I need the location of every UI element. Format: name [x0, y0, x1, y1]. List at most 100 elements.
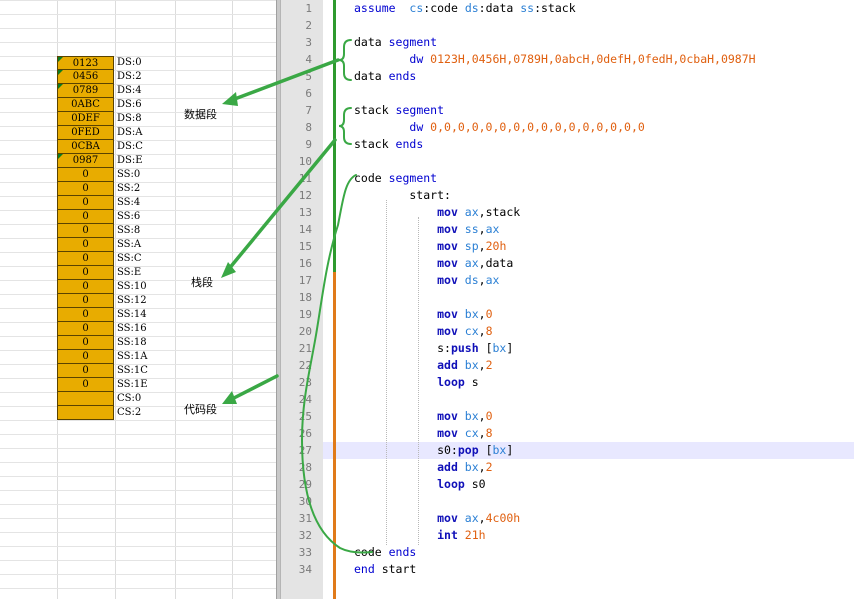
code-line[interactable]: mov ax,4c00h: [354, 510, 520, 527]
code-line[interactable]: mov ax,stack: [354, 204, 520, 221]
memory-cell-value[interactable]: 0123: [57, 56, 114, 70]
memory-cell-address[interactable]: SS:18: [117, 336, 187, 350]
memory-cell-address[interactable]: DS:8: [117, 112, 187, 126]
grid-row-line: [0, 42, 278, 43]
code-line[interactable]: mov bx,0: [354, 408, 492, 425]
memory-cell-value[interactable]: 0: [57, 210, 114, 224]
code-token: bx: [457, 358, 479, 372]
code-token: ,: [478, 307, 486, 321]
memory-cell-value[interactable]: 0: [57, 182, 114, 196]
code-editor[interactable]: 1 2 3 4 5 6 7 8 9 10 11 12 13 14 15 16 17 18 19 20 21 22 23 24 2…: [281, 0, 854, 599]
code-line[interactable]: int 21h: [354, 527, 485, 544]
memory-cell-address[interactable]: SS:1A: [117, 350, 187, 364]
grid-row-line: [0, 504, 278, 505]
memory-cell-value[interactable]: 0456: [57, 70, 114, 84]
memory-cell-value[interactable]: 0: [57, 322, 114, 336]
code-line[interactable]: s:push [bx]: [354, 340, 513, 357]
code-token: cs: [409, 1, 424, 15]
code-line[interactable]: add bx,2: [354, 459, 493, 476]
memory-cell-value[interactable]: 0CBA: [57, 140, 114, 154]
line-number: 25: [298, 410, 312, 423]
memory-cell-value[interactable]: 0FED: [57, 126, 114, 140]
code-line[interactable]: assume cs:code ds:data ss:stack: [354, 0, 576, 17]
code-line[interactable]: mov cx,8: [354, 425, 492, 442]
memory-cell-address[interactable]: SS:10: [117, 280, 187, 294]
memory-cell-address[interactable]: SS:12: [117, 294, 187, 308]
memory-cell-value[interactable]: 0DEF: [57, 112, 114, 126]
memory-cell-value[interactable]: 0: [57, 196, 114, 210]
memory-cell-value[interactable]: [57, 406, 114, 420]
memory-cell-address[interactable]: DS:E: [117, 154, 187, 168]
memory-cell-address[interactable]: SS:14: [117, 308, 187, 322]
code-line[interactable]: mov bx,0: [354, 306, 493, 323]
code-line[interactable]: start:: [354, 187, 451, 204]
code-token: add: [437, 460, 458, 474]
memory-cell-value[interactable]: 0: [57, 378, 114, 392]
code-line[interactable]: stack ends: [354, 136, 423, 153]
memory-cell-address[interactable]: DS:2: [117, 70, 187, 84]
memory-cell-value[interactable]: 0: [57, 336, 114, 350]
memory-cell-value[interactable]: 0: [57, 252, 114, 266]
memory-cell-address[interactable]: SS:0: [117, 168, 187, 182]
memory-cell-value[interactable]: 0: [57, 294, 114, 308]
memory-cell-address[interactable]: SS:2: [117, 182, 187, 196]
memory-cell-value[interactable]: 0: [57, 168, 114, 182]
code-line[interactable]: end start: [354, 561, 416, 578]
code-token: cx: [457, 324, 479, 338]
code-token: 0: [485, 307, 493, 321]
code-line[interactable]: mov ds,ax: [354, 272, 499, 289]
memory-cell-value[interactable]: 0987: [57, 154, 114, 168]
memory-cell-address[interactable]: SS:16: [117, 322, 187, 336]
memory-cell-address[interactable]: DS:4: [117, 84, 187, 98]
line-number: 5: [305, 70, 312, 83]
code-token: mov: [437, 256, 458, 270]
memory-cell-value[interactable]: 0: [57, 266, 114, 280]
code-line[interactable]: data ends: [354, 68, 416, 85]
memory-cell-value[interactable]: 0: [57, 364, 114, 378]
memory-cell-address[interactable]: DS:A: [117, 126, 187, 140]
memory-cell-address[interactable]: SS:A: [117, 238, 187, 252]
memory-cell-address[interactable]: DS:6: [117, 98, 187, 112]
line-number: 6: [305, 87, 312, 100]
code-line[interactable]: s0:pop [bx]: [354, 442, 513, 459]
code-line[interactable]: code ends: [354, 544, 416, 561]
code-line[interactable]: dw 0,0,0,0,0,0,0,0,0,0,0,0,0,0,0,0: [354, 119, 644, 136]
memory-cell-address[interactable]: SS:6: [117, 210, 187, 224]
line-number: 33: [298, 546, 312, 559]
code-line[interactable]: code segment: [354, 170, 437, 187]
code-line[interactable]: loop s0: [354, 476, 485, 493]
memory-cell-address[interactable]: SS:4: [117, 196, 187, 210]
memory-cell-address[interactable]: CS:0: [117, 392, 187, 406]
memory-cell-address[interactable]: CS:2: [117, 406, 187, 420]
memory-cell-address[interactable]: DS:C: [117, 140, 187, 154]
code-line[interactable]: mov ss,ax: [354, 221, 499, 238]
memory-cell-value[interactable]: 0: [57, 350, 114, 364]
memory-cell-value[interactable]: 0: [57, 224, 114, 238]
memory-cell-address[interactable]: SS:C: [117, 252, 187, 266]
line-number: 29: [298, 478, 312, 491]
code-line[interactable]: dw 0123H,0456H,0789H,0abcH,0defH,0fedH,0…: [354, 51, 755, 68]
code-line[interactable]: add bx,2: [354, 357, 492, 374]
code-line[interactable]: loop s: [354, 374, 479, 391]
code-token: s: [464, 375, 479, 389]
memory-cell-address[interactable]: SS:1E: [117, 378, 187, 392]
memory-cell-address[interactable]: DS:0: [117, 56, 187, 70]
code-line[interactable]: mov cx,8: [354, 323, 492, 340]
memory-cell-value[interactable]: [57, 392, 114, 406]
memory-cell-value[interactable]: 0: [57, 308, 114, 322]
line-number: 23: [298, 376, 312, 389]
code-line[interactable]: data segment: [354, 34, 437, 51]
memory-cell-value[interactable]: 0789: [57, 84, 114, 98]
memory-cell-address[interactable]: SS:E: [117, 266, 187, 280]
line-number: 24: [298, 393, 312, 406]
code-token: 2: [485, 460, 493, 474]
code-line[interactable]: mov ax,data: [354, 255, 513, 272]
code-line[interactable]: stack segment: [354, 102, 444, 119]
memory-cell-value[interactable]: 0: [57, 280, 114, 294]
memory-cell-address[interactable]: SS:1C: [117, 364, 187, 378]
memory-cell-value[interactable]: 0: [57, 238, 114, 252]
memory-cell-address[interactable]: SS:8: [117, 224, 187, 238]
memory-cell-value[interactable]: 0ABC: [57, 98, 114, 112]
modified-change-bar: [333, 272, 336, 599]
code-line[interactable]: mov sp,20h: [354, 238, 506, 255]
